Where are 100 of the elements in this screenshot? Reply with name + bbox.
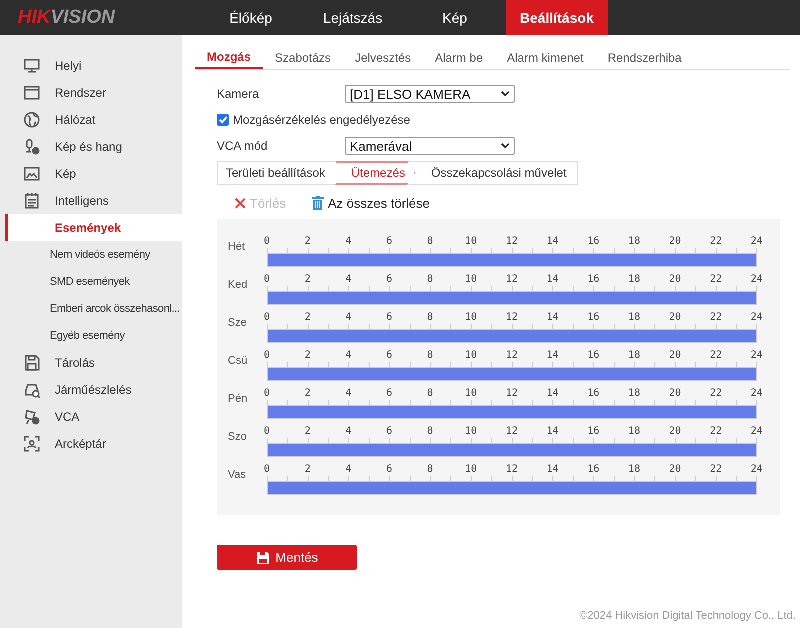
sidebar-item[interactable]: Kép és hang: [0, 133, 182, 160]
camera-select[interactable]: [D1] ELSO KAMERA: [345, 85, 515, 103]
sidebar-item[interactable]: Helyi: [0, 52, 182, 79]
hour-label: 4: [344, 387, 353, 400]
image-icon: [23, 164, 41, 182]
close-icon: [235, 198, 246, 208]
checkbox[interactable]: [217, 114, 229, 126]
hour-label: 18: [627, 425, 642, 438]
hour-label: 4: [344, 463, 353, 476]
nav-tab[interactable]: Élőkép: [200, 0, 302, 35]
hour-label: 8: [426, 425, 434, 438]
day-label: Szo: [227, 431, 248, 445]
hour-label: 24: [750, 235, 764, 248]
hour-label: 12: [504, 235, 519, 248]
hour-label: 12: [504, 273, 519, 286]
hour-label: 4: [344, 235, 353, 248]
nav-tab[interactable]: Beállítások: [506, 0, 608, 35]
hour-label: 24: [750, 425, 764, 438]
vca-mode-select[interactable]: Kamerával: [345, 137, 515, 155]
sidebar-item[interactable]: Arcképtár: [0, 430, 182, 457]
hour-label: 20: [668, 387, 682, 400]
hour-label: 2: [304, 273, 312, 286]
day-label: Sze: [227, 317, 248, 331]
hour-label: 0: [262, 463, 272, 476]
hour-label: 10: [464, 349, 478, 362]
hour-label: 16: [586, 425, 601, 438]
sidebar-item[interactable]: SMD események: [0, 268, 182, 295]
event-tab[interactable]: Szabotázs: [263, 47, 344, 68]
hour-label: 6: [385, 349, 394, 362]
hour-label: 22: [709, 387, 724, 400]
sidebar-item[interactable]: Emberi arcok összehasonl...: [0, 295, 182, 322]
delete-all-button[interactable]: Az összes törlése: [312, 196, 430, 210]
hour-label: 20: [668, 349, 682, 362]
nav-tab[interactable]: Lejátszás: [302, 0, 404, 35]
hour-label: 14: [546, 387, 560, 400]
sidebar-item[interactable]: Rendszer: [0, 79, 182, 106]
chevron-icon: [501, 91, 510, 97]
hour-label: 24: [750, 387, 764, 400]
checkbox-label: Mozgásérzékelés engedélyezése: [233, 113, 410, 127]
hour-label: 12: [504, 349, 519, 362]
hour-label: 22: [709, 273, 724, 286]
hour-label: 8: [426, 463, 434, 476]
field-label: VCA mód: [217, 139, 269, 153]
chevron-icon: [501, 143, 510, 149]
hour-label: 0: [262, 311, 272, 324]
hour-label: 22: [709, 235, 724, 248]
hour-label: 0: [262, 387, 272, 400]
event-tab[interactable]: Alarm kimenet: [495, 47, 596, 68]
hour-label: 8: [426, 349, 434, 362]
hour-label: 24: [750, 349, 764, 362]
event-tab[interactable]: Rendszerhiba: [596, 47, 694, 68]
sidebar-item[interactable]: Tárolás: [0, 349, 182, 376]
nav-tab[interactable]: Kép: [404, 0, 506, 35]
hour-label: 20: [668, 273, 682, 286]
event-tab[interactable]: Mozgás: [195, 47, 264, 69]
hour-label: 24: [750, 463, 764, 476]
hour-label: 8: [426, 235, 434, 248]
hour-label: 0: [262, 349, 272, 362]
hikvision-logo: HIKVISION: [17, 6, 116, 30]
schedule-tab[interactable]: Ütemezés: [335, 161, 416, 185]
hour-label: 2: [304, 463, 312, 476]
hour-label: 16: [586, 235, 601, 248]
hour-label: 14: [546, 235, 560, 248]
hour-label: 16: [586, 463, 601, 476]
microphone-icon: [23, 138, 41, 156]
face-frame-icon: [23, 434, 41, 452]
hour-label: 10: [464, 273, 478, 286]
day-label: Ked: [227, 279, 249, 293]
sidebar-item[interactable]: Egyéb esemény: [0, 322, 182, 349]
hour-label: 4: [344, 349, 353, 362]
hour-label: 14: [546, 311, 560, 324]
hour-label: 8: [426, 273, 434, 286]
hour-label: 20: [668, 425, 682, 438]
schedule-tab[interactable]: Területi beállítások: [218, 162, 336, 184]
sidebar-item[interactable]: Nem videós esemény: [0, 241, 182, 268]
hour-label: 12: [504, 425, 519, 438]
hour-label: 14: [546, 425, 560, 438]
hour-label: 4: [344, 425, 353, 438]
hour-label: 10: [464, 235, 478, 248]
hour-label: 22: [709, 463, 724, 476]
sidebar-item[interactable]: VCA: [0, 403, 182, 430]
hour-label: 6: [385, 235, 394, 248]
hour-label: 2: [304, 349, 312, 362]
schedule-tab[interactable]: Összekapcsolási művelet: [415, 162, 577, 184]
event-tab[interactable]: Alarm be: [423, 47, 496, 68]
sidebar-item[interactable]: Járműészlelés: [0, 376, 182, 403]
save-button[interactable]: Mentés: [217, 545, 357, 570]
sidebar-item[interactable]: Események: [5, 214, 182, 241]
hour-label: 16: [586, 273, 601, 286]
sidebar-item[interactable]: Hálózat: [0, 106, 182, 133]
sidebar-item[interactable]: Kép: [0, 160, 182, 187]
sidebar-item[interactable]: Intelligens: [0, 187, 182, 214]
hour-label: 6: [385, 425, 394, 438]
day-label: Vas: [227, 469, 248, 483]
globe-icon: [23, 110, 41, 128]
hour-label: 14: [546, 463, 560, 476]
hour-label: 22: [709, 311, 724, 324]
hour-label: 8: [426, 311, 434, 324]
event-tab[interactable]: Jelvesztés: [343, 47, 424, 68]
hour-label: 16: [586, 349, 601, 362]
